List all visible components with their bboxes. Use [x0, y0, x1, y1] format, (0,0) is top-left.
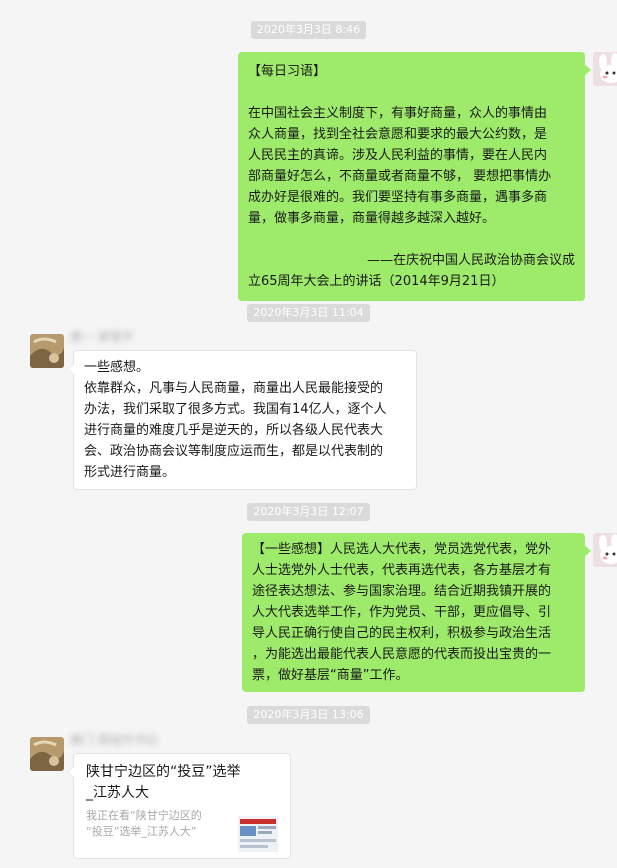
- timestamp: 2020年3月3日 13:06: [0, 706, 617, 724]
- message-line: 导人民正确行使自己的民主权利，积极参与政治生活: [252, 626, 552, 641]
- timestamp: 2020年3月3日 8:46: [0, 21, 617, 39]
- message-line: ，为能选出最能代表人民意愿的代表而投出宝贵的一: [252, 647, 552, 662]
- sender-name: 唐一 郭雪平: [70, 330, 134, 344]
- message-line: 人大代表选举工作，作为党员、干部，更应倡导、引: [252, 605, 552, 620]
- message-line: 人民民主的真谛。涉及人民利益的事情，要在人民内: [248, 148, 548, 163]
- message-line: 一些感想。: [84, 360, 150, 375]
- timestamp: 2020年3月3日 11:04: [0, 304, 617, 322]
- message-line: ——在庆祝中国人民政治协商会议成: [366, 253, 575, 268]
- message-line: 人士选党外人士代表，代表再选代表，各方基层才有: [252, 563, 552, 578]
- message-line: [248, 229, 575, 250]
- link-card-description: “投豆”选举_江苏人大”: [86, 825, 197, 838]
- message-bubble-self[interactable]: 【每日习语】 在中国社会主义制度下，有事好商量，众人的事情由 众人商量，找到全社…: [238, 52, 591, 301]
- link-card-description: 我正在看“陕甘宁边区的: [86, 809, 202, 822]
- message-line: 立65周年大会上的讲话（2014年9月21日）: [248, 274, 505, 289]
- message-line: 依靠群众，凡事与人民商量，商量出人民最能接受的: [84, 381, 384, 396]
- message-line: 【每日习语】: [248, 64, 327, 79]
- link-card-title: _江苏人大: [86, 785, 149, 801]
- message-bubble-self[interactable]: 【一些感想】人民选人大代表，党员选党代表，党外 人士选党外人士代表，代表再选代表…: [242, 533, 591, 692]
- message-line: 形式进行商量。: [84, 465, 176, 480]
- avatar-self[interactable]: [593, 533, 617, 567]
- message-line: 会、政治协商会议等制度应运而生，都是以代表制的: [84, 444, 384, 459]
- message-line: 票，做好基层“商量”工作。: [252, 668, 409, 683]
- sender-name: 唐门 郭组作书记: [70, 733, 158, 747]
- message-line: 办法，我们采取了很多方式。我国有14亿人，逐个人: [84, 402, 387, 417]
- message-line: 进行商量的难度几乎是逆天的，所以各级人民代表大: [84, 423, 384, 438]
- avatar-contact[interactable]: [30, 737, 64, 771]
- message-line: 成办好是很难的。我们要坚持有事多商量，遇事多商: [248, 190, 548, 205]
- message-line: 量，做事多商量，商量得越多越深入越好。: [248, 211, 496, 226]
- link-card-title: 陕甘宁边区的“投豆”选举: [86, 764, 241, 780]
- avatar-self[interactable]: [593, 52, 617, 86]
- message-line: 途径表达想法、参与国家治理。结合近期我镇开展的: [252, 584, 552, 599]
- message-line: 众人商量，找到全社会意愿和要求的最大公约数，是: [248, 127, 548, 142]
- link-card[interactable]: 陕甘宁边区的“投豆”选举 _江苏人大 我正在看“陕甘宁边区的 “投豆”选举_江苏…: [67, 753, 291, 859]
- message-line: [248, 82, 575, 103]
- message-line: 【一些感想】人民选人大代表，党员选党代表，党外: [252, 542, 552, 557]
- message-bubble-contact[interactable]: 一些感想。 依靠群众，凡事与人民商量，商量出人民最能接受的 办法，我们采取了很多…: [67, 350, 417, 490]
- link-card-thumbnail: [238, 816, 278, 852]
- avatar-contact[interactable]: [30, 334, 64, 368]
- message-line: 在中国社会主义制度下，有事好商量，众人的事情由: [248, 106, 548, 121]
- message-line: 部商量好怎么，不商量或者商量不够， 要想把事情办: [248, 169, 552, 184]
- timestamp: 2020年3月3日 12:07: [0, 503, 617, 521]
